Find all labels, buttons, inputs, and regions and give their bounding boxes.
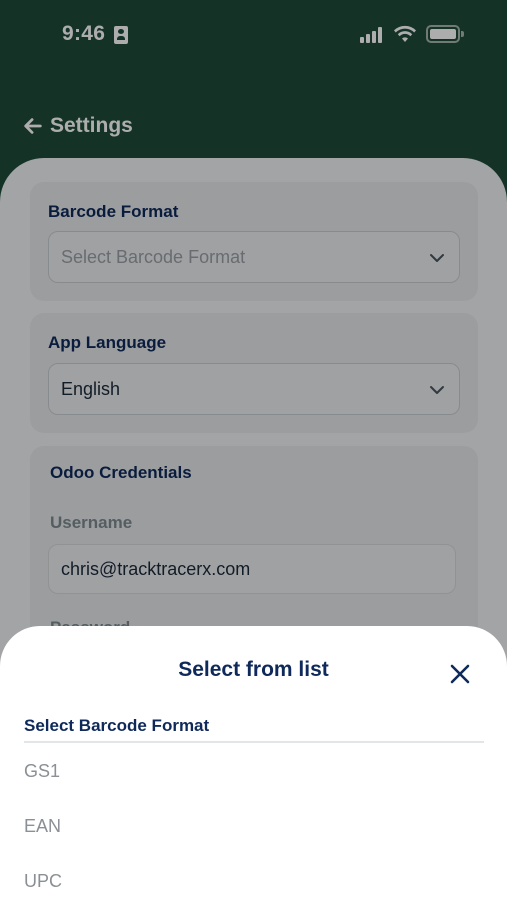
list-item-gs1[interactable]: GS1 xyxy=(24,761,60,782)
close-icon[interactable] xyxy=(446,660,474,688)
divider xyxy=(24,741,484,743)
app-screen: 9:46 Settings Barcode Format Select Barc… xyxy=(0,0,507,900)
sheet-title: Select from list xyxy=(178,658,329,681)
list-item-ean[interactable]: EAN xyxy=(24,816,61,837)
list-heading: Select Barcode Format xyxy=(24,716,210,735)
select-bottom-sheet: Select from list Select Barcode Format G… xyxy=(0,626,507,900)
list-item-upc[interactable]: UPC xyxy=(24,871,62,892)
